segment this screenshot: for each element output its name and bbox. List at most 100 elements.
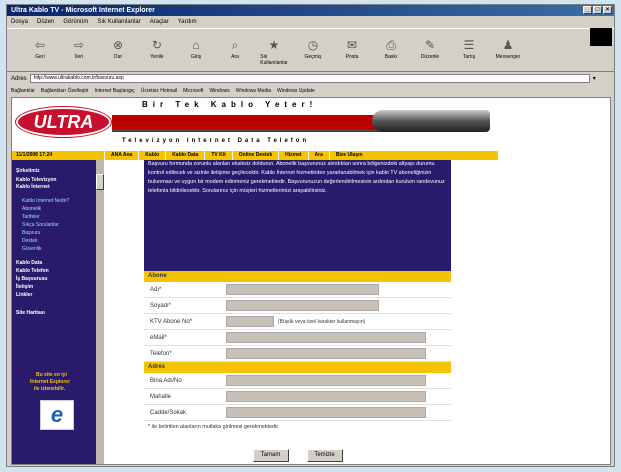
menu-item-tools[interactable]: Araçlar bbox=[150, 17, 169, 27]
sidebar-item[interactable]: İş Başvurusu bbox=[16, 276, 47, 282]
ktv-label: KTV Abone No* bbox=[150, 318, 193, 325]
section-address: Adres bbox=[144, 362, 451, 373]
browser-window: Ultra Kablo TV - Microsoft Internet Expl… bbox=[6, 4, 615, 467]
building-input[interactable] bbox=[226, 375, 426, 386]
nav-item[interactable]: Hizmet bbox=[278, 151, 308, 160]
form-row: Bina Adı/No bbox=[144, 373, 451, 389]
menu-item-help[interactable]: Yardım bbox=[178, 17, 197, 27]
nav-item[interactable]: TV Kit bbox=[204, 151, 232, 160]
browser-note: ile izlenebilir. bbox=[34, 386, 66, 392]
history-button[interactable]: ◷ Geçmiş bbox=[300, 29, 326, 60]
site-nav: 11/1/2008 17:24 ANA Ana Kablo Kablo Data… bbox=[12, 151, 498, 160]
nav-item[interactable]: Bize Ulaşın bbox=[328, 151, 369, 160]
ultra-logo[interactable]: ULTRA bbox=[16, 107, 111, 137]
street-input[interactable] bbox=[226, 407, 426, 418]
stop-button[interactable]: ⊗ Dur bbox=[105, 29, 131, 60]
cable-image bbox=[372, 110, 490, 132]
menu-item-file[interactable]: Dosya bbox=[11, 17, 28, 27]
mail-button[interactable]: ✉ Posta bbox=[339, 29, 365, 60]
nav-item[interactable]: Ara bbox=[307, 151, 329, 160]
sidebar-scrollbar[interactable] bbox=[96, 160, 104, 464]
maximize-icon[interactable]: □ bbox=[593, 6, 602, 14]
messenger-icon: ♟ bbox=[502, 38, 514, 52]
discuss-button[interactable]: ☰ Tartış bbox=[456, 29, 482, 60]
sidebar-item[interactable]: Kablo İnternet bbox=[16, 184, 50, 190]
link-windows-update[interactable]: Windows Update bbox=[277, 86, 315, 96]
sidebar-item[interactable]: İletişim bbox=[16, 284, 33, 290]
address-input[interactable]: http://www.ultrakablo.com.tr/basvuru.asp bbox=[29, 74, 590, 83]
link-internet-start[interactable]: Internet Başlangıç bbox=[94, 86, 134, 96]
internet-explorer-logo-icon[interactable]: e bbox=[40, 400, 74, 430]
close-icon[interactable]: × bbox=[603, 6, 612, 14]
district-input[interactable] bbox=[226, 391, 426, 402]
print-button[interactable]: ⎙ Baskı bbox=[378, 29, 404, 61]
home-icon: ⌂ bbox=[192, 38, 200, 52]
sidebar-item[interactable]: Site Haritası bbox=[16, 310, 45, 316]
site-banner: ULTRA Bir Tek Kablo Yeter! Televizyon In… bbox=[12, 98, 498, 150]
print-icon: ⎙ bbox=[386, 37, 396, 52]
sidebar-item[interactable]: Linkler bbox=[16, 292, 32, 298]
menu-item-favorites[interactable]: Sık Kullanılanlar bbox=[97, 17, 140, 27]
home-button[interactable]: ⌂ Giriş bbox=[183, 29, 209, 60]
form-row: eMail* bbox=[144, 330, 451, 346]
refresh-button[interactable]: ↻ Yenile bbox=[144, 29, 170, 60]
sidebar-subitem[interactable]: Kablo Internet Nedir? bbox=[22, 198, 69, 204]
ktv-hint: (Büyük veya özel karakter kullanmayın) bbox=[278, 318, 366, 325]
forward-button[interactable]: ⇨ İleri bbox=[66, 29, 92, 60]
submit-button[interactable]: Tamam bbox=[252, 449, 289, 462]
sidebar-item[interactable]: Kablo Data bbox=[16, 260, 42, 266]
reset-button[interactable]: Temizle bbox=[306, 449, 343, 462]
application-form: Başvuru formunda zorunlu alanları eksiks… bbox=[144, 160, 451, 464]
stop-icon: ⊗ bbox=[112, 38, 124, 52]
phone-input[interactable] bbox=[226, 348, 426, 359]
search-button[interactable]: ⌕ Ara bbox=[222, 29, 248, 61]
sidebar-item[interactable]: Şirketimiz bbox=[16, 168, 40, 174]
sidebar-item[interactable]: Kablo Telefon bbox=[16, 268, 49, 274]
sidebar-subitem[interactable]: Tarifeler bbox=[22, 214, 40, 220]
back-arrow-icon: ⇦ bbox=[34, 38, 46, 52]
sidebar-subitem[interactable]: Destek bbox=[22, 238, 38, 244]
edit-icon: ✎ bbox=[424, 38, 436, 52]
link-windows[interactable]: Windows bbox=[209, 86, 229, 96]
scrollbar-thumb[interactable] bbox=[96, 174, 104, 190]
menu-item-edit[interactable]: Düzen bbox=[37, 17, 54, 27]
edit-button[interactable]: ✎ Düzenle bbox=[417, 29, 443, 60]
menu-item-view[interactable]: Görünüm bbox=[63, 17, 88, 27]
link-customize[interactable]: Bağlantıları Özelleştir bbox=[41, 86, 89, 96]
messenger-button[interactable]: ♟ Messenger bbox=[495, 29, 521, 60]
nav-item[interactable]: Kablo bbox=[138, 151, 166, 160]
link-windows-media[interactable]: Windows Media bbox=[236, 86, 271, 96]
intro-text: Başvuru formunda zorunlu alanları eksiks… bbox=[144, 160, 451, 271]
go-arrow-icon[interactable]: ▾ bbox=[593, 75, 596, 82]
history-icon: ◷ bbox=[307, 38, 319, 52]
form-row: Telefon* bbox=[144, 346, 451, 362]
link-hotmail[interactable]: Ücretsiz Hotmail bbox=[141, 86, 177, 96]
ktv-input[interactable] bbox=[226, 316, 274, 327]
favorites-icon: ★ bbox=[268, 38, 280, 52]
search-icon: ⌕ bbox=[231, 37, 239, 52]
sidebar-subitem[interactable]: Sıkça Sorulanlar bbox=[22, 222, 59, 228]
sidebar-subitem[interactable]: Abonelik bbox=[22, 206, 41, 212]
sidebar-item[interactable]: Kablo Televizyon bbox=[16, 177, 56, 183]
sidebar-subitem[interactable]: Başvuru bbox=[22, 230, 40, 236]
sidebar-subitem[interactable]: Güvenlik bbox=[22, 246, 41, 252]
street-label: Cadde/Sokak bbox=[150, 409, 187, 416]
name-input[interactable] bbox=[226, 284, 379, 295]
surname-input[interactable] bbox=[226, 300, 379, 311]
link-microsoft[interactable]: Microsoft bbox=[183, 86, 203, 96]
nav-item[interactable]: Kablo Data bbox=[165, 151, 205, 160]
right-blank-area bbox=[498, 98, 610, 464]
favorites-button[interactable]: ★ Sık Kullanılanlar bbox=[260, 29, 288, 66]
phone-label: Telefon* bbox=[150, 350, 172, 357]
back-button[interactable]: ⇦ Geri bbox=[27, 29, 53, 60]
nav-item[interactable]: Online Destek bbox=[231, 151, 279, 160]
email-label: eMail* bbox=[150, 334, 167, 341]
email-input[interactable] bbox=[226, 332, 426, 343]
banner-subslogan: Televizyon Internet Data Telefon bbox=[122, 138, 310, 144]
nav-item[interactable]: ANA Ana bbox=[104, 151, 139, 160]
window-controls: _ □ × bbox=[583, 6, 612, 14]
form-row: Mahalle bbox=[144, 389, 451, 405]
minimize-icon[interactable]: _ bbox=[583, 6, 592, 14]
form-row: Soyadı* bbox=[144, 298, 451, 314]
button-row: Tamam Temizle bbox=[144, 449, 451, 462]
